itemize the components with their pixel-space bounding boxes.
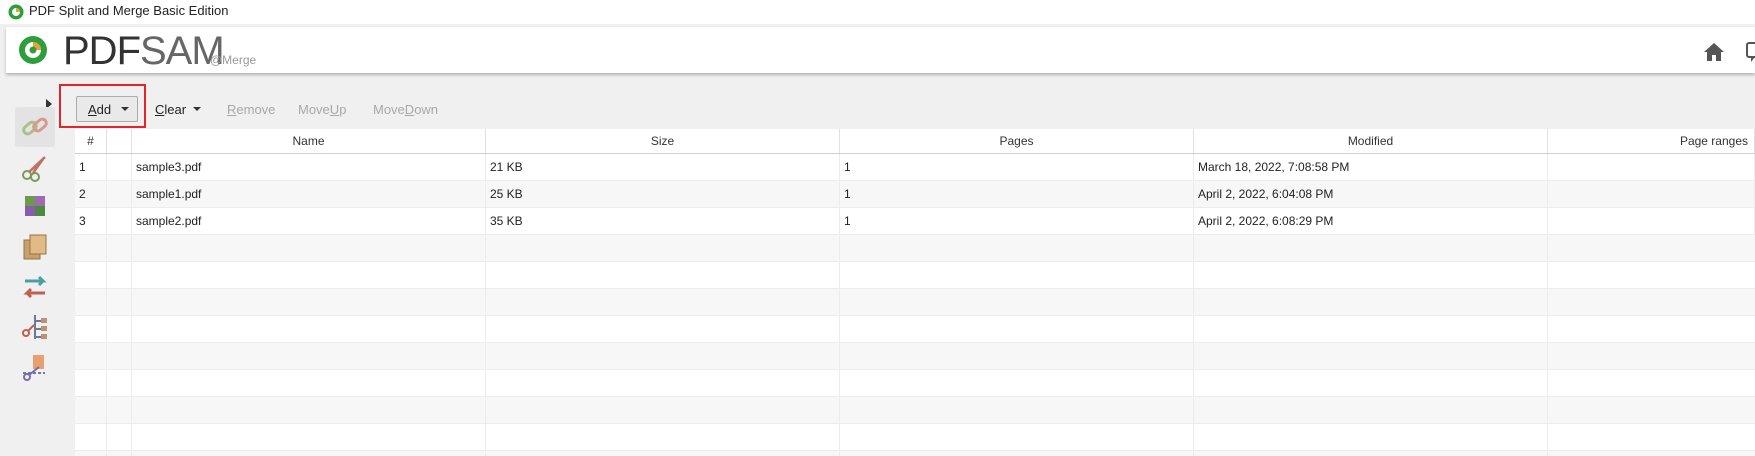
empty-row — [75, 235, 1755, 262]
app-banner: PDFSAM @Merge — [6, 27, 1755, 73]
sidebar — [7, 107, 67, 456]
cell-page-ranges[interactable] — [1548, 154, 1755, 180]
empty-row — [75, 316, 1755, 343]
news-icon[interactable] — [1746, 41, 1755, 63]
cell-modified: March 18, 2022, 7:08:58 PM — [1194, 154, 1548, 180]
cell-pages: 1 — [840, 181, 1194, 207]
files-table: # Name Size Pages Modified Page ranges 1… — [75, 129, 1755, 456]
alternate-mix-icon[interactable] — [15, 347, 55, 387]
cell-status — [107, 154, 132, 180]
split-by-bookmarks-icon[interactable] — [15, 187, 55, 227]
split-tool-icon[interactable] — [15, 147, 55, 187]
home-icon[interactable] — [1702, 40, 1726, 64]
pdfsam-logo-icon — [19, 36, 47, 64]
move-down-button[interactable]: Move Down — [373, 96, 438, 122]
highlight-box — [59, 84, 146, 128]
cell-modified: April 2, 2022, 6:08:29 PM — [1194, 208, 1548, 234]
remove-button[interactable]: Remove — [227, 96, 275, 122]
table-row[interactable]: 2 sample1.pdf 25 KB 1 April 2, 2022, 6:0… — [75, 181, 1755, 208]
extract-pages-icon[interactable] — [15, 227, 55, 267]
move-up-button[interactable]: Move Up — [298, 96, 346, 122]
clear-dropdown-chevron-icon[interactable] — [193, 107, 201, 111]
column-header-number[interactable]: # — [75, 129, 107, 153]
cell-pages: 1 — [840, 208, 1194, 234]
empty-row — [75, 451, 1755, 456]
column-header-pages[interactable]: Pages — [840, 129, 1194, 153]
merge-tool-icon[interactable] — [15, 107, 55, 147]
cell-name: sample3.pdf — [132, 154, 486, 180]
table-header: # Name Size Pages Modified Page ranges — [75, 129, 1755, 154]
empty-row — [75, 343, 1755, 370]
cell-page-ranges[interactable] — [1548, 208, 1755, 234]
cell-status — [107, 208, 132, 234]
column-header-page-ranges[interactable]: Page ranges — [1548, 129, 1755, 153]
clear-button-label: Clear — [155, 101, 187, 117]
table-row[interactable]: 3 sample2.pdf 35 KB 1 April 2, 2022, 6:0… — [75, 208, 1755, 235]
table-row[interactable]: 1 sample3.pdf 21 KB 1 March 18, 2022, 7:… — [75, 154, 1755, 181]
window-title: PDF Split and Merge Basic Edition — [29, 3, 229, 18]
column-header-size[interactable]: Size — [486, 129, 840, 153]
cell-number: 2 — [75, 181, 107, 207]
split-by-size-icon[interactable] — [15, 307, 55, 347]
cell-name: sample2.pdf — [132, 208, 486, 234]
empty-row — [75, 424, 1755, 451]
empty-row — [75, 397, 1755, 424]
rotate-tool-icon[interactable] — [15, 267, 55, 307]
empty-row — [75, 262, 1755, 289]
column-header-modified[interactable]: Modified — [1194, 129, 1548, 153]
cell-modified: April 2, 2022, 6:04:08 PM — [1194, 181, 1548, 207]
wordmark-pdf: PDF — [63, 29, 141, 73]
pdfsam-wordmark: PDFSAM — [63, 29, 225, 74]
title-bar: PDF Split and Merge Basic Edition — [0, 0, 1755, 24]
cell-number: 1 — [75, 154, 107, 180]
column-header-name[interactable]: Name — [132, 129, 486, 153]
cell-size: 21 KB — [486, 154, 840, 180]
app-icon — [8, 4, 24, 20]
clear-button[interactable]: Clear — [148, 96, 210, 122]
cell-size: 35 KB — [486, 208, 840, 234]
empty-row — [75, 370, 1755, 397]
module-subtitle: @Merge — [210, 53, 257, 67]
empty-row — [75, 289, 1755, 316]
cell-name: sample1.pdf — [132, 181, 486, 207]
cell-pages: 1 — [840, 154, 1194, 180]
cell-page-ranges[interactable] — [1548, 181, 1755, 207]
cell-status — [107, 181, 132, 207]
column-header-status[interactable] — [107, 129, 132, 153]
cell-number: 3 — [75, 208, 107, 234]
cell-size: 25 KB — [486, 181, 840, 207]
